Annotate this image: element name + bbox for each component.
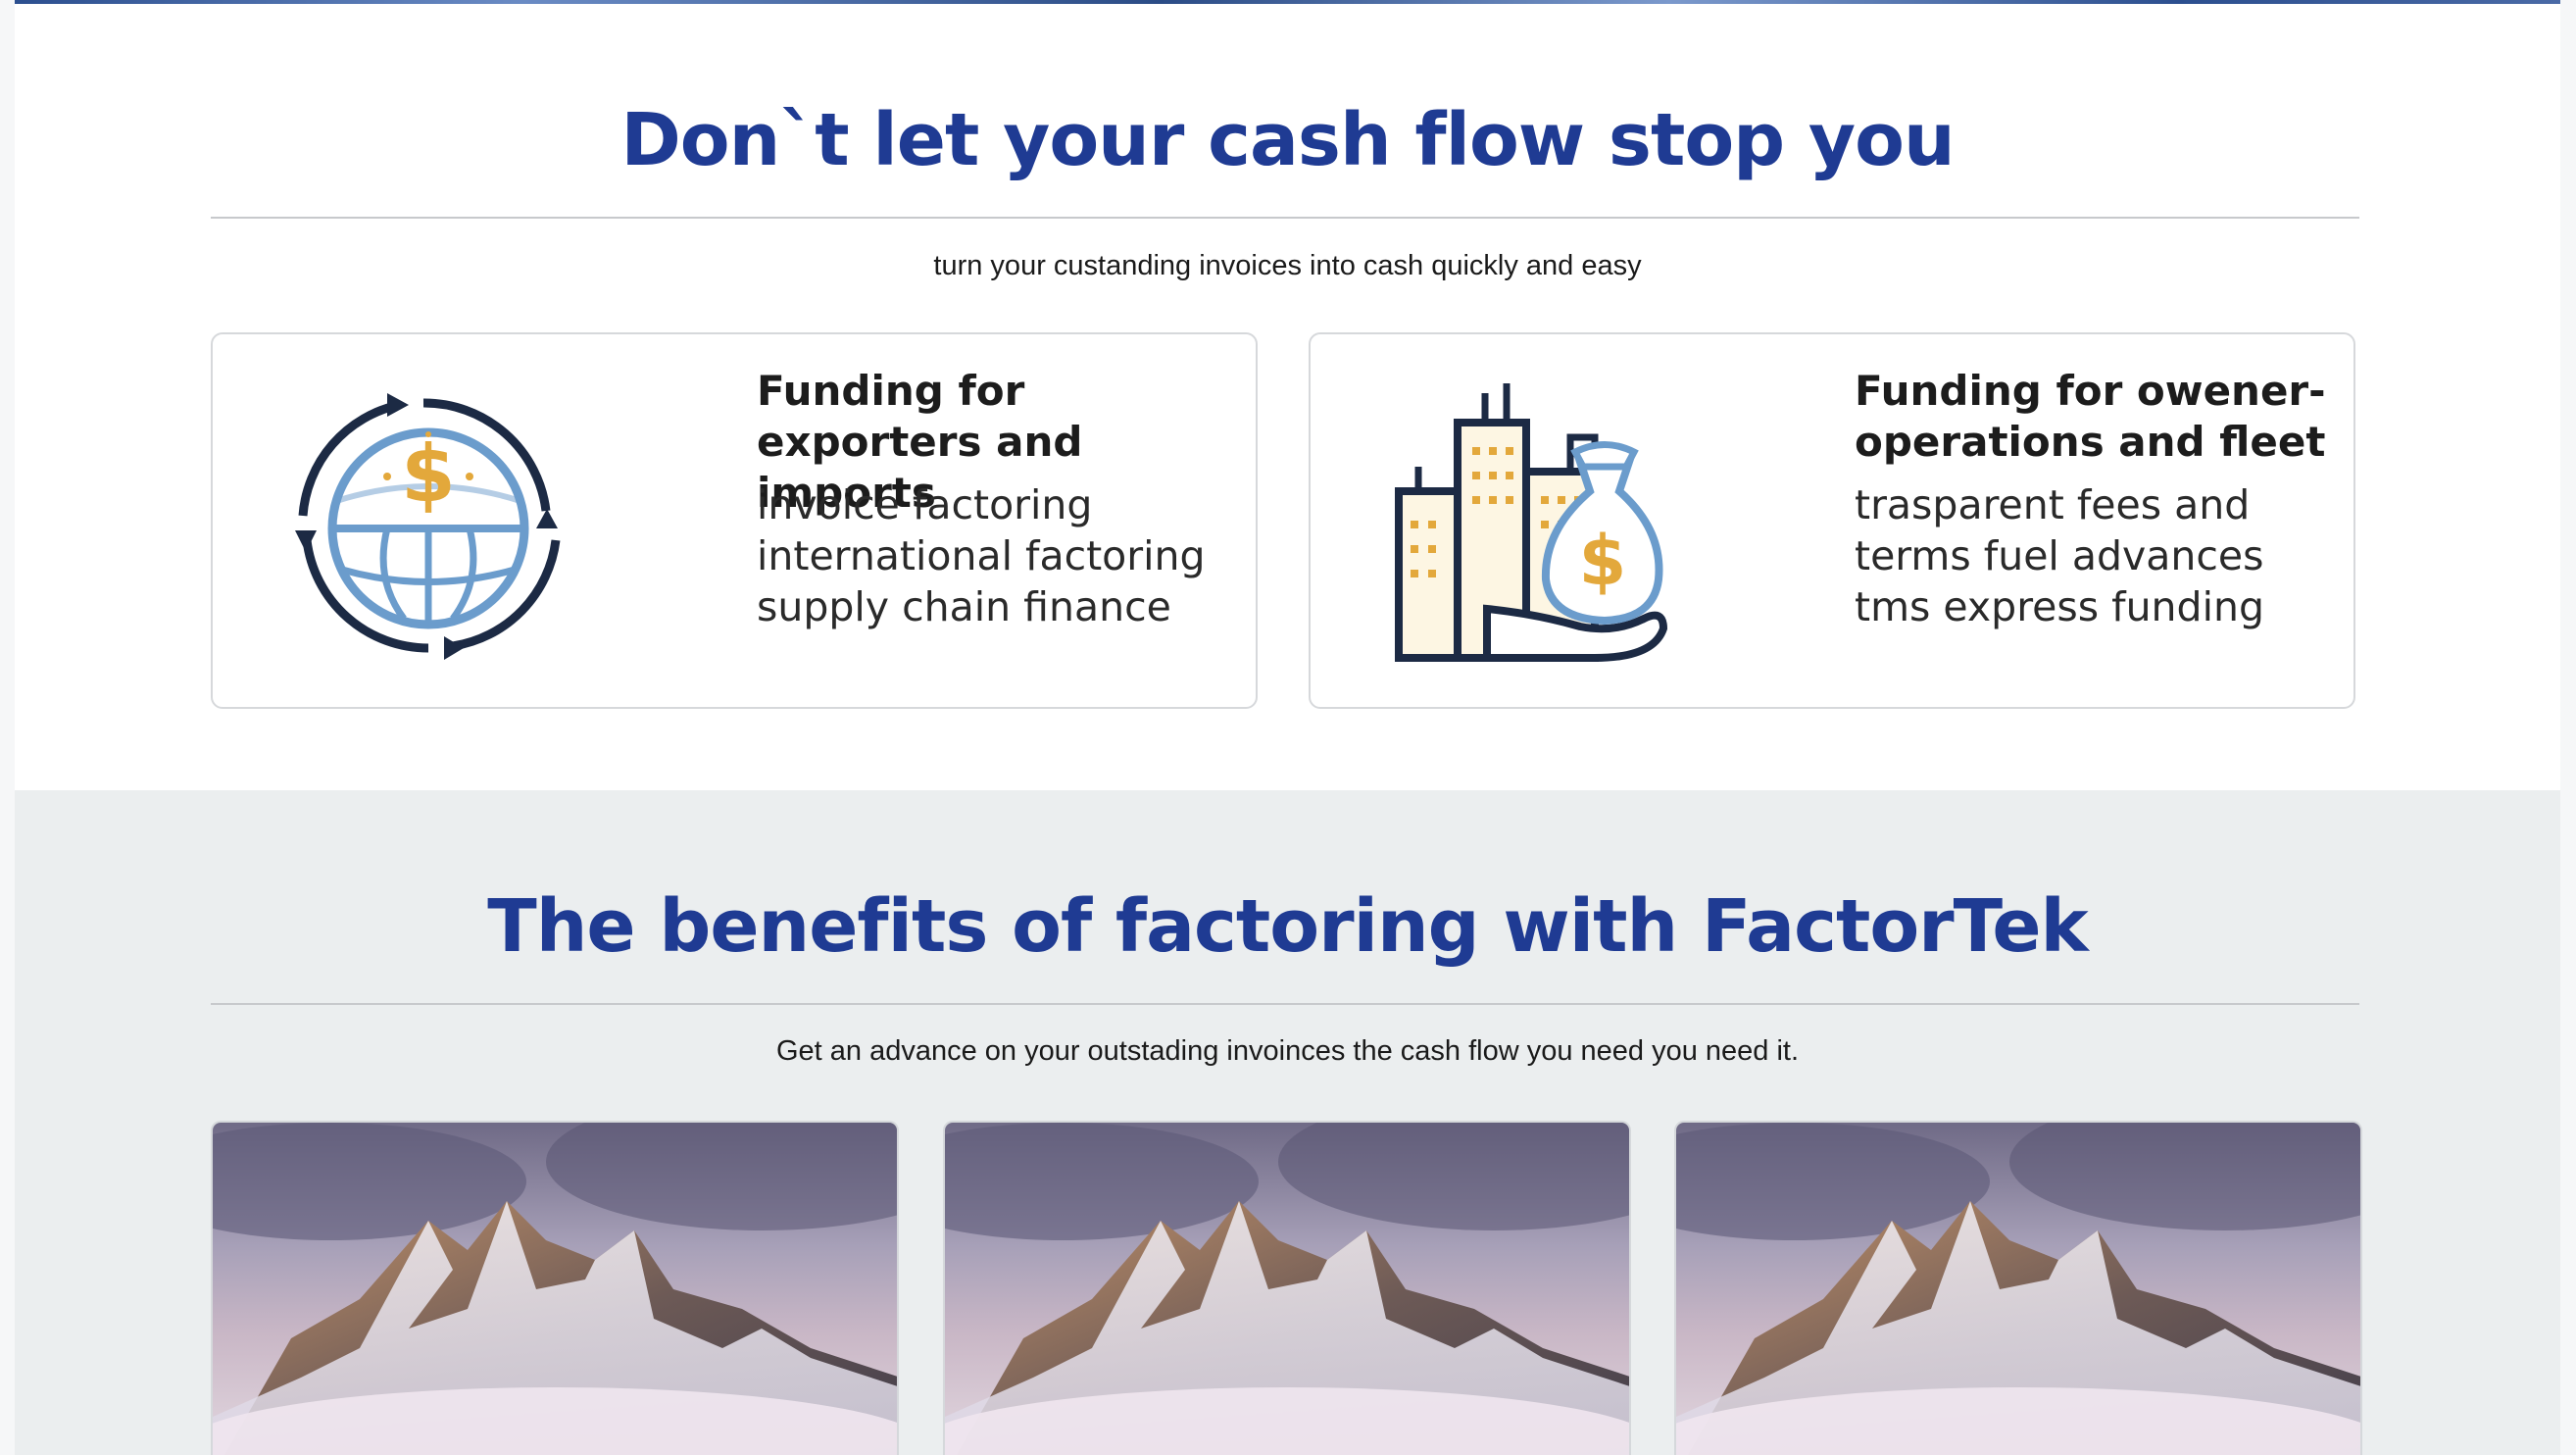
card-owner-operators[interactable]: $ Funding for owener-operations and flee…: [1309, 332, 2355, 709]
benefits-heading: The benefits of factoring with FactorTek: [487, 884, 2088, 969]
globe-dollar-icon: $: [272, 383, 585, 668]
card-title: Funding for owener-operations and fleet: [1855, 367, 2326, 466]
cashflow-heading: Don`t let your cash flow stop you: [620, 98, 1955, 182]
card-exporters[interactable]: $ Funding for exporters and imports invo…: [211, 332, 1258, 709]
svg-text:$: $: [1579, 521, 1627, 601]
mountain-photo[interactable]: [943, 1121, 1631, 1455]
cashflow-divider: [211, 217, 2359, 219]
svg-text:$: $: [401, 428, 456, 520]
mountain-photo[interactable]: [211, 1121, 899, 1455]
benefits-section: The benefits of factoring with FactorTek…: [15, 790, 2560, 1455]
benefits-subtitle: Get an advance on your outstading invoin…: [775, 1035, 1800, 1067]
cashflow-subtitle: turn your custanding invoices into cash …: [933, 250, 1642, 281]
card-description: invoice factoring international factorin…: [757, 481, 1206, 630]
city-money-bag-icon: $: [1369, 383, 1683, 668]
hero-image-edge: [15, 0, 2560, 4]
mountain-photo[interactable]: [1674, 1121, 2362, 1455]
page: Don`t let your cash flow stop you turn y…: [15, 0, 2560, 1455]
card-description: trasparent fees and terms fuel advances …: [1855, 481, 2264, 630]
benefits-divider: [211, 1003, 2359, 1005]
